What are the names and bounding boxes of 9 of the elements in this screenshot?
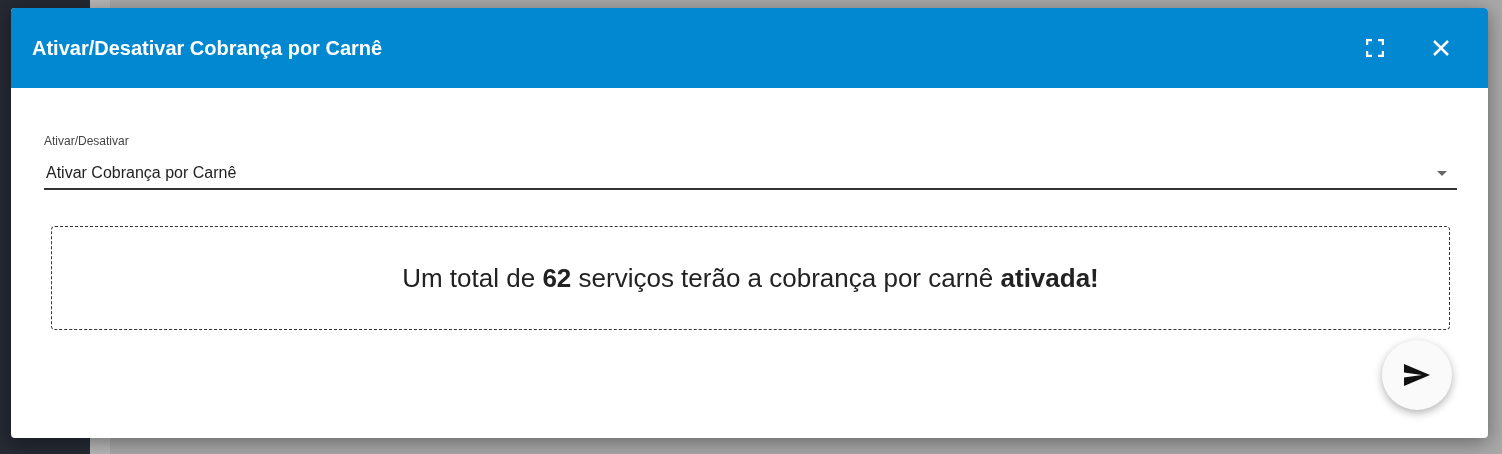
field-label: Ativar/Desativar (44, 134, 130, 148)
close-icon (1432, 39, 1450, 57)
send-icon (1404, 364, 1430, 386)
fullscreen-icon (1366, 39, 1384, 57)
summary-text: Um total de 62 serviços terão a cobrança por carnê ativada! (402, 262, 1099, 294)
select-field[interactable]: Ativar Cobrança por Carnê (44, 158, 1457, 190)
dropdown-caret-icon (1437, 170, 1447, 176)
dialog-title: Ativar/Desativar Cobrança por Carnê (32, 36, 384, 60)
send-button[interactable] (1382, 340, 1452, 410)
